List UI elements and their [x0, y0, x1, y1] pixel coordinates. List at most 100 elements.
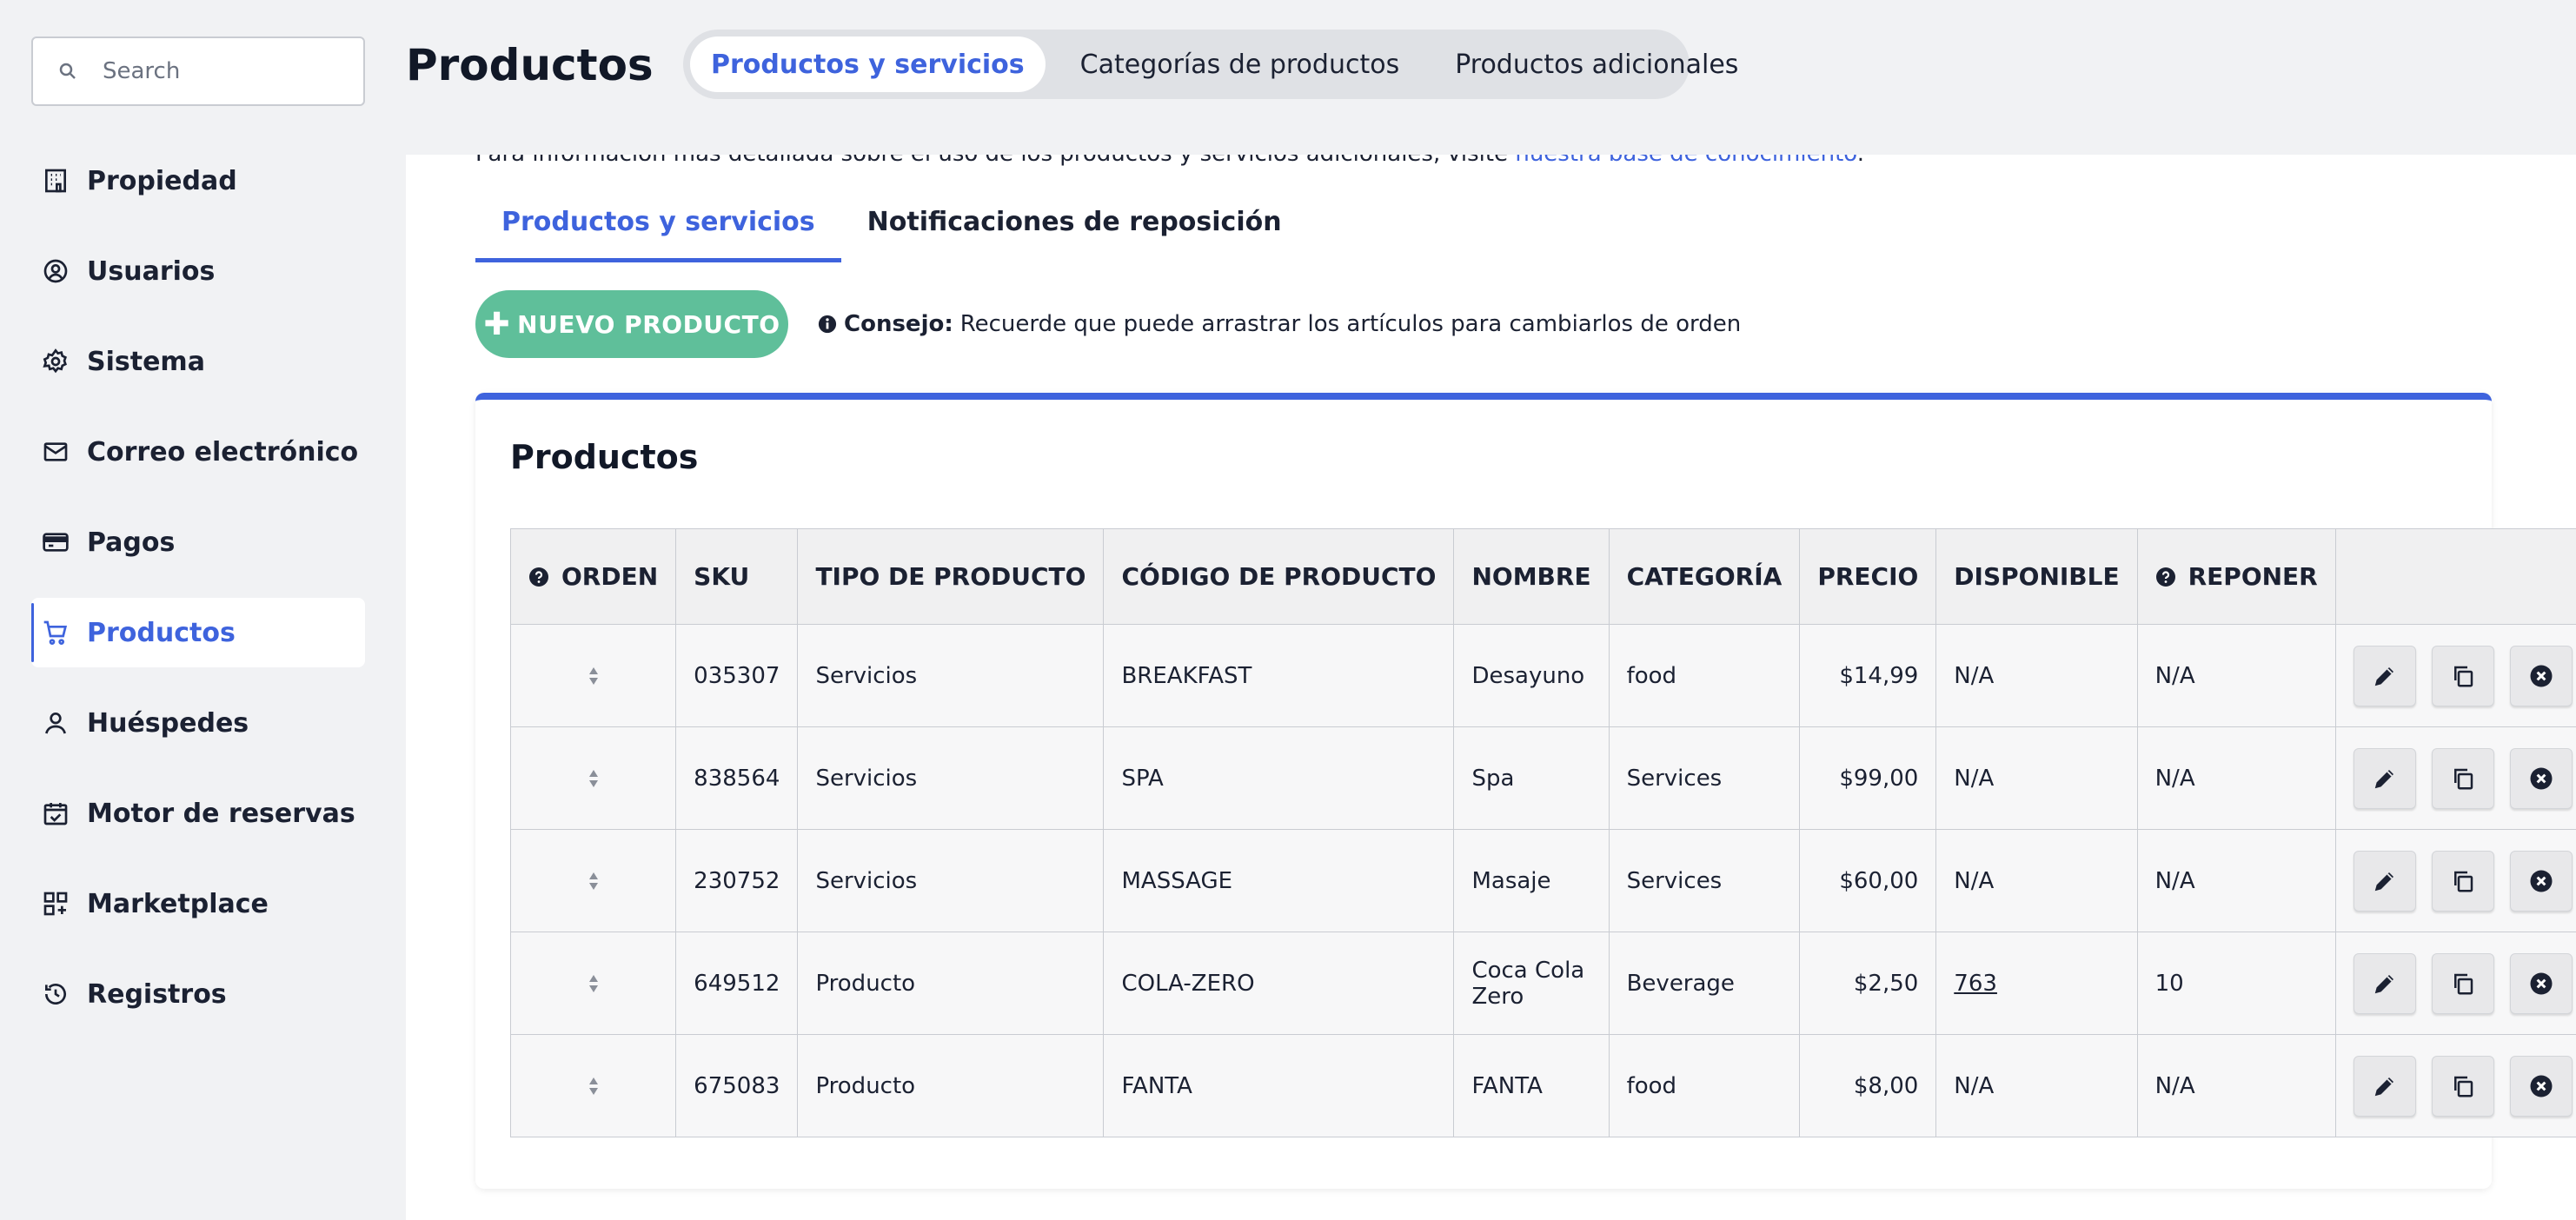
close-circle-icon [2530, 972, 2553, 994]
sidebar-item-label: Productos [87, 617, 236, 648]
duplicate-button[interactable] [2431, 850, 2494, 912]
sidebar-nav: Propiedad Usuarios Sistema Correo electr… [31, 146, 365, 1050]
cell-orden[interactable] [509, 624, 677, 727]
cell-precio: $14,99 [1799, 624, 1937, 727]
cell-actions [2334, 829, 2576, 932]
drag-handle[interactable] [528, 971, 658, 996]
pencil-icon [2374, 872, 2393, 891]
user-circle-icon [42, 257, 70, 285]
cell-actions [2334, 1034, 2576, 1137]
cell-categoria: Services [1608, 829, 1801, 932]
table-row[interactable]: 838564 Servicios SPA Spa Services $99,00… [509, 726, 2576, 830]
copy-icon [2453, 871, 2473, 892]
cell-orden[interactable] [509, 1034, 677, 1137]
column-header-reponer[interactable]: REPONER [2136, 528, 2336, 625]
duplicate-button[interactable] [2431, 952, 2494, 1014]
cell-codigo: SPA [1103, 726, 1455, 830]
column-header-actions [2334, 528, 2576, 625]
cell-nombre: FANTA [1453, 1034, 1610, 1137]
tab-productos-servicios[interactable]: Productos y servicios [690, 36, 1046, 92]
edit-button[interactable] [2353, 747, 2416, 809]
help-icon[interactable] [528, 567, 549, 587]
help-icon[interactable] [2155, 567, 2176, 587]
cell-actions [2334, 726, 2576, 830]
column-header-nombre: NOMBRE [1453, 528, 1610, 625]
search-box[interactable] [31, 36, 365, 106]
delete-button[interactable] [2509, 850, 2573, 912]
drag-handle[interactable] [528, 766, 658, 791]
tab-productos-adicionales[interactable]: Productos adicionales [1434, 36, 1759, 92]
search-icon [59, 63, 76, 79]
cell-reponer: N/A [2136, 726, 2336, 830]
gear-icon [42, 348, 70, 375]
sidebar-item-label: Sistema [87, 346, 205, 377]
history-icon [42, 980, 70, 1008]
sidebar-item-sistema[interactable]: Sistema [31, 327, 365, 396]
cell-tipo: Servicios [797, 726, 1105, 830]
delete-button[interactable] [2509, 952, 2573, 1014]
duplicate-button[interactable] [2431, 645, 2494, 706]
sidebar-item-label: Pagos [87, 527, 176, 558]
column-header-categoria: CATEGORÍA [1608, 528, 1801, 625]
table-row[interactable]: 675083 Producto FANTA FANTA food $8,00 N… [509, 1034, 2576, 1137]
column-header-disponible: DISPONIBLE [1935, 528, 2138, 625]
sidebar-item-pagos[interactable]: Pagos [31, 507, 365, 577]
cart-icon [42, 619, 70, 646]
info-text-body: Para información más detallada sobre el … [475, 155, 1508, 167]
sidebar-item-registros[interactable]: Registros [31, 959, 365, 1029]
sidebar-item-marketplace[interactable]: Marketplace [31, 869, 365, 938]
delete-button[interactable] [2509, 747, 2573, 809]
cell-categoria: Beverage [1608, 932, 1801, 1035]
knowledge-base-link[interactable]: nuestra base de conocimiento [1515, 155, 1856, 167]
subtab-productos-servicios[interactable]: Productos y servicios [475, 207, 841, 262]
cell-tipo: Servicios [797, 829, 1105, 932]
person-icon [42, 709, 70, 737]
cell-sku: 675083 [675, 1034, 799, 1137]
cell-precio: $99,00 [1799, 726, 1937, 830]
sidebar-item-correo[interactable]: Correo electrónico [31, 417, 365, 487]
drag-handle[interactable] [528, 664, 658, 688]
column-header-orden[interactable]: ORDEN [509, 528, 677, 625]
sidebar-item-huespedes[interactable]: Huéspedes [31, 688, 365, 758]
cell-disponible: N/A [1935, 726, 2138, 830]
duplicate-button[interactable] [2431, 1055, 2494, 1117]
sort-arrows-icon [588, 1077, 598, 1095]
search-input[interactable] [103, 58, 346, 84]
new-product-button[interactable]: ✚ NUEVO PRODUCTO [475, 290, 788, 358]
table-row[interactable]: 230752 Servicios MASSAGE Masaje Services… [509, 829, 2576, 932]
cell-disponible: N/A [1935, 624, 2138, 727]
column-header-label: REPONER [2188, 562, 2318, 591]
sidebar-item-label: Usuarios [87, 255, 216, 287]
sidebar-item-usuarios[interactable]: Usuarios [31, 236, 365, 306]
page-title: Productos [406, 40, 654, 90]
edit-button[interactable] [2353, 850, 2416, 912]
new-product-label: NUEVO PRODUCTO [517, 309, 780, 339]
duplicate-button[interactable] [2431, 747, 2494, 809]
tab-categorias-productos[interactable]: Categorías de productos [1059, 36, 1421, 92]
drag-handle[interactable] [528, 869, 658, 893]
disponible-link[interactable]: 763 [1954, 971, 1997, 997]
edit-button[interactable] [2353, 952, 2416, 1014]
cell-orden[interactable] [509, 932, 677, 1035]
table-row[interactable]: 649512 Producto COLA-ZERO Coca Cola Zero… [509, 932, 2576, 1035]
card-title: Productos [510, 438, 699, 476]
sort-arrows-icon [588, 872, 598, 890]
cell-nombre: Coca Cola Zero [1453, 932, 1610, 1035]
subtab-notificaciones-reposicion[interactable]: Notificaciones de reposición [841, 207, 1308, 262]
sidebar-item-propiedad[interactable]: Propiedad [31, 146, 365, 215]
copy-icon [2453, 768, 2473, 789]
sidebar-item-motor-reservas[interactable]: Motor de reservas [31, 779, 365, 848]
delete-button[interactable] [2509, 645, 2573, 706]
delete-button[interactable] [2509, 1055, 2573, 1117]
sidebar-item-productos[interactable]: Productos [31, 598, 365, 667]
edit-button[interactable] [2353, 645, 2416, 706]
table-row[interactable]: 035307 Servicios BREAKFAST Desayuno food… [509, 624, 2576, 727]
cell-precio: $8,00 [1799, 1034, 1937, 1137]
cell-reponer: N/A [2136, 1034, 2336, 1137]
column-header-tipo: TIPO DE PRODUCTO [797, 528, 1105, 625]
cell-orden[interactable] [509, 726, 677, 830]
cell-reponer: N/A [2136, 829, 2336, 932]
edit-button[interactable] [2353, 1055, 2416, 1117]
cell-orden[interactable] [509, 829, 677, 932]
drag-handle[interactable] [528, 1074, 658, 1098]
